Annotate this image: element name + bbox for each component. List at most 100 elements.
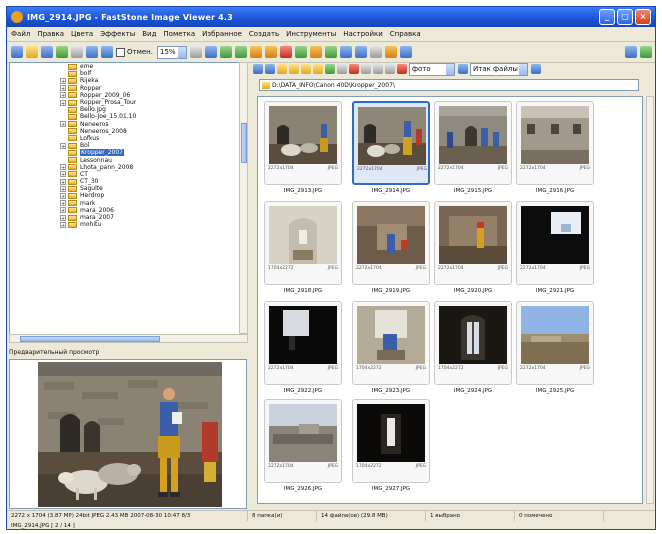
thumbnail-filename[interactable]: IMG_2915.JPG: [434, 188, 512, 194]
thumbnail-filename[interactable]: IMG_2923.JPG: [352, 388, 430, 394]
tree-item[interactable]: + Rijeka: [10, 77, 240, 85]
email-icon[interactable]: [354, 46, 367, 58]
thumbnail-card[interactable]: 2272x1704 JPEG: [264, 101, 342, 185]
thumbnail-card[interactable]: 1704x2272 JPEG: [352, 399, 430, 483]
tree-item[interactable]: Neneeros_2008: [10, 128, 240, 135]
thumbnail-card[interactable]: 1704x2272 JPEG: [434, 301, 512, 385]
filter-icon[interactable]: [531, 64, 541, 74]
tree-item[interactable]: + Neneeros: [10, 121, 240, 128]
refresh-icon[interactable]: [325, 64, 335, 74]
tree-item[interactable]: Lessonnau: [10, 156, 240, 164]
expand-icon[interactable]: +: [60, 99, 66, 107]
thumbnail-filename[interactable]: IMG_2924.JPG: [434, 388, 512, 394]
open-icon[interactable]: [11, 46, 23, 58]
thumbnail-filename[interactable]: IMG_2920.JPG: [434, 288, 512, 294]
expand-icon[interactable]: +: [60, 85, 66, 92]
expand-icon[interactable]: +: [60, 178, 66, 186]
thumbnail-filename[interactable]: IMG_2913.JPG: [264, 188, 342, 194]
zoom-combo[interactable]: 15%: [156, 45, 187, 59]
preview-image[interactable]: [38, 362, 222, 507]
thumbnail-card[interactable]: 1704x2272 JPEG: [352, 301, 430, 385]
menu-item[interactable]: Правка: [37, 30, 64, 38]
menu-item[interactable]: Инструменты: [286, 30, 336, 38]
copy-to-icon[interactable]: [301, 64, 311, 74]
thumbnail-card[interactable]: 2272x1704 JPEG: [434, 101, 512, 185]
thumbnail-filename[interactable]: IMG_2914.JPG: [352, 188, 430, 194]
thumbnail-filename[interactable]: IMG_2921.JPG: [516, 288, 594, 294]
tree-item[interactable]: + CT_30: [10, 178, 240, 186]
zoom-out-icon[interactable]: [101, 46, 113, 58]
menu-item[interactable]: Эффекты: [100, 30, 135, 38]
menu-item[interactable]: Создать: [249, 30, 279, 38]
mark-icon[interactable]: [397, 64, 407, 74]
back-icon[interactable]: [253, 64, 263, 74]
tree-vertical-scrollbar[interactable]: [239, 62, 248, 334]
menu-item[interactable]: Цвета: [71, 30, 93, 38]
folder-icon[interactable]: [26, 46, 38, 58]
expand-icon[interactable]: +: [60, 200, 66, 207]
rotate-right-icon[interactable]: [234, 46, 247, 58]
view-list-icon[interactable]: [373, 64, 383, 74]
thumbnail-filename[interactable]: IMG_2927.JPG: [352, 486, 430, 492]
menu-item[interactable]: Настройки: [343, 30, 383, 38]
view-thumbs-icon[interactable]: [361, 64, 371, 74]
close-button[interactable]: ×: [635, 9, 651, 25]
zoom-in-icon[interactable]: [86, 46, 98, 58]
menu-item[interactable]: Избранное: [202, 30, 242, 38]
tree-item[interactable]: + Sagulte: [10, 185, 240, 193]
view-combo[interactable]: фото: [409, 62, 455, 76]
expand-icon[interactable]: +: [60, 171, 66, 178]
thumbnail-filename[interactable]: IMG_2922.JPG: [264, 388, 342, 394]
tree-item[interactable]: + Lhota_pann_2008: [10, 164, 240, 171]
folder-tree[interactable]: eme bolf + Rijeka + Ropper + Ropper_2009_06 + Rop…: [9, 62, 241, 336]
thumbnail-card[interactable]: 2272x1704 JPEG: [264, 399, 342, 483]
thumbnail-filename[interactable]: IMG_2919.JPG: [352, 288, 430, 294]
expand-icon[interactable]: +: [60, 221, 66, 229]
redeye-icon[interactable]: [279, 46, 292, 58]
expand-icon[interactable]: +: [60, 92, 66, 99]
layout-icon[interactable]: [625, 46, 637, 58]
tree-item[interactable]: bolf: [10, 70, 240, 77]
menu-item[interactable]: Справка: [390, 30, 421, 38]
menu-item[interactable]: Пометка: [163, 30, 195, 38]
settings-icon[interactable]: [399, 46, 412, 58]
maximize-button[interactable]: □: [617, 9, 633, 25]
tree-item[interactable]: + mark: [10, 200, 240, 207]
wallpaper-icon[interactable]: [384, 46, 397, 58]
thumbnail-card[interactable]: 1704x2272 JPEG: [264, 201, 342, 285]
expand-icon[interactable]: +: [60, 77, 66, 85]
tree-item[interactable]: + Herdrop: [10, 192, 240, 200]
tree-item[interactable]: + Ropper_2009_06: [10, 92, 240, 99]
menu-item[interactable]: Вид: [142, 30, 156, 38]
scrollbar-thumb[interactable]: [20, 336, 160, 342]
thumbnail-filename[interactable]: IMG_2926.JPG: [264, 486, 342, 492]
thumbnail-card[interactable]: 2272x1704 JPEG: [516, 201, 594, 285]
thumbnail-filename[interactable]: IMG_2916.JPG: [516, 188, 594, 194]
crop-icon[interactable]: [249, 46, 262, 58]
thumbnail-filename[interactable]: IMG_2925.JPG: [516, 388, 594, 394]
tree-item[interactable]: + mara_2007: [10, 214, 240, 222]
thumbnail-card[interactable]: 2272x1704 JPEG: [352, 201, 430, 285]
print-icon[interactable]: [71, 46, 83, 58]
move-to-icon[interactable]: [313, 64, 323, 74]
tree-item[interactable]: + CT: [10, 171, 240, 178]
sort-icon[interactable]: [458, 64, 468, 74]
expand-icon[interactable]: +: [60, 164, 66, 171]
color-icon[interactable]: [294, 46, 307, 58]
grid-vertical-scrollbar[interactable]: [646, 96, 654, 504]
thumbnail-card[interactable]: 2272x1704 JPEG: [264, 301, 342, 385]
undo-checkbox[interactable]: Отмен.: [116, 47, 153, 57]
tree-item[interactable]: Bello-Joe_15.01.10: [10, 113, 240, 120]
new-folder-icon[interactable]: [289, 64, 299, 74]
thumbnail-card[interactable]: 2272x1704 JPEG: [516, 101, 594, 185]
filter-combo[interactable]: Итак файлы: [470, 62, 528, 76]
delete-icon[interactable]: [349, 64, 359, 74]
path-field[interactable]: D:\DATA_INFO\Canon 40D\Kropper_2007\: [259, 79, 639, 91]
tree-item[interactable]: + Ropper: [10, 85, 240, 92]
effects-icon[interactable]: [309, 46, 322, 58]
rotate-left-icon[interactable]: [219, 46, 232, 58]
thumbnail-card[interactable]: 2272x1704 JPEG: [352, 101, 430, 185]
expand-icon[interactable]: +: [60, 207, 66, 214]
expand-icon[interactable]: +: [60, 121, 66, 128]
forward-icon[interactable]: [265, 64, 275, 74]
